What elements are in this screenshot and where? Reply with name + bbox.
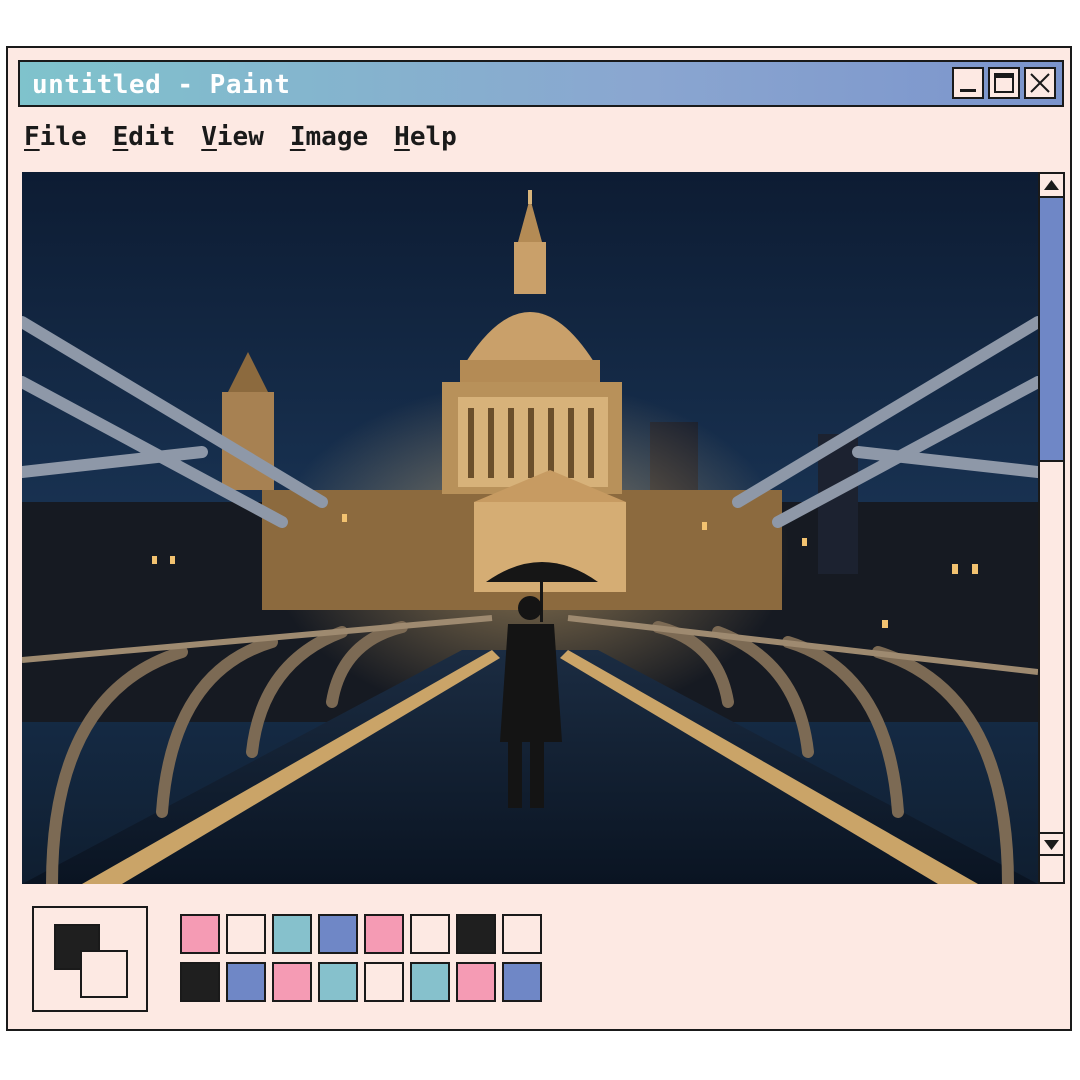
arrow-down-icon	[1044, 840, 1059, 850]
menu-image-label: mage	[305, 122, 369, 152]
menu-image[interactable]: Image	[290, 122, 368, 158]
palette-swatch[interactable]	[272, 914, 312, 954]
palette-swatch[interactable]	[318, 914, 358, 954]
menu-view[interactable]: View	[201, 122, 264, 158]
palette-swatch[interactable]	[226, 962, 266, 1002]
menu-file-label: ile	[39, 122, 87, 152]
palette-swatch[interactable]	[180, 914, 220, 954]
palette-swatch[interactable]	[272, 962, 312, 1002]
menu-file[interactable]: File	[24, 122, 87, 158]
background-color[interactable]	[80, 950, 128, 998]
vertical-scrollbar[interactable]	[1038, 172, 1065, 884]
palette-swatch[interactable]	[364, 914, 404, 954]
menu-file-accel: F	[24, 122, 40, 152]
window-controls	[952, 67, 1056, 99]
menu-help[interactable]: Help	[394, 122, 457, 158]
menu-edit-label: dit	[128, 122, 176, 152]
menu-help-accel: H	[394, 122, 410, 152]
menu-edit-accel: E	[112, 122, 129, 152]
scroll-up-button[interactable]	[1040, 174, 1063, 198]
canvas-photo	[22, 172, 1038, 884]
close-button[interactable]	[1024, 67, 1056, 99]
palette-swatch[interactable]	[456, 962, 496, 1002]
palette-swatch[interactable]	[502, 914, 542, 954]
palette-swatch[interactable]	[410, 914, 450, 954]
palette-swatch[interactable]	[364, 962, 404, 1002]
maximize-button[interactable]	[988, 67, 1020, 99]
menu-view-label: iew	[216, 122, 264, 152]
minimize-icon	[960, 89, 976, 92]
title-bar[interactable]: untitled - Paint	[18, 60, 1064, 107]
window-title: untitled - Paint	[32, 70, 291, 100]
palette-swatch[interactable]	[410, 962, 450, 1002]
maximize-icon	[994, 73, 1014, 93]
minimize-button[interactable]	[952, 67, 984, 99]
scroll-thumb[interactable]	[1040, 198, 1063, 462]
scroll-down-button[interactable]	[1040, 832, 1063, 856]
palette-swatch[interactable]	[318, 962, 358, 1002]
menu-edit[interactable]: Edit	[113, 122, 176, 158]
drawing-canvas[interactable]	[22, 172, 1038, 884]
color-palette	[180, 914, 550, 1002]
arrow-up-icon	[1044, 180, 1059, 190]
paint-window: untitled - Paint File Edit View Image He…	[6, 46, 1072, 1031]
menu-bar: File Edit View Image Help	[24, 122, 483, 158]
palette-swatch[interactable]	[226, 914, 266, 954]
palette-swatch[interactable]	[180, 962, 220, 1002]
menu-image-accel: I	[289, 122, 306, 152]
current-colors[interactable]	[32, 906, 148, 1012]
menu-help-label: elp	[409, 122, 457, 152]
palette-swatch[interactable]	[456, 914, 496, 954]
palette-swatch[interactable]	[502, 962, 542, 1002]
menu-view-accel: V	[201, 122, 217, 152]
close-icon	[1030, 73, 1050, 93]
